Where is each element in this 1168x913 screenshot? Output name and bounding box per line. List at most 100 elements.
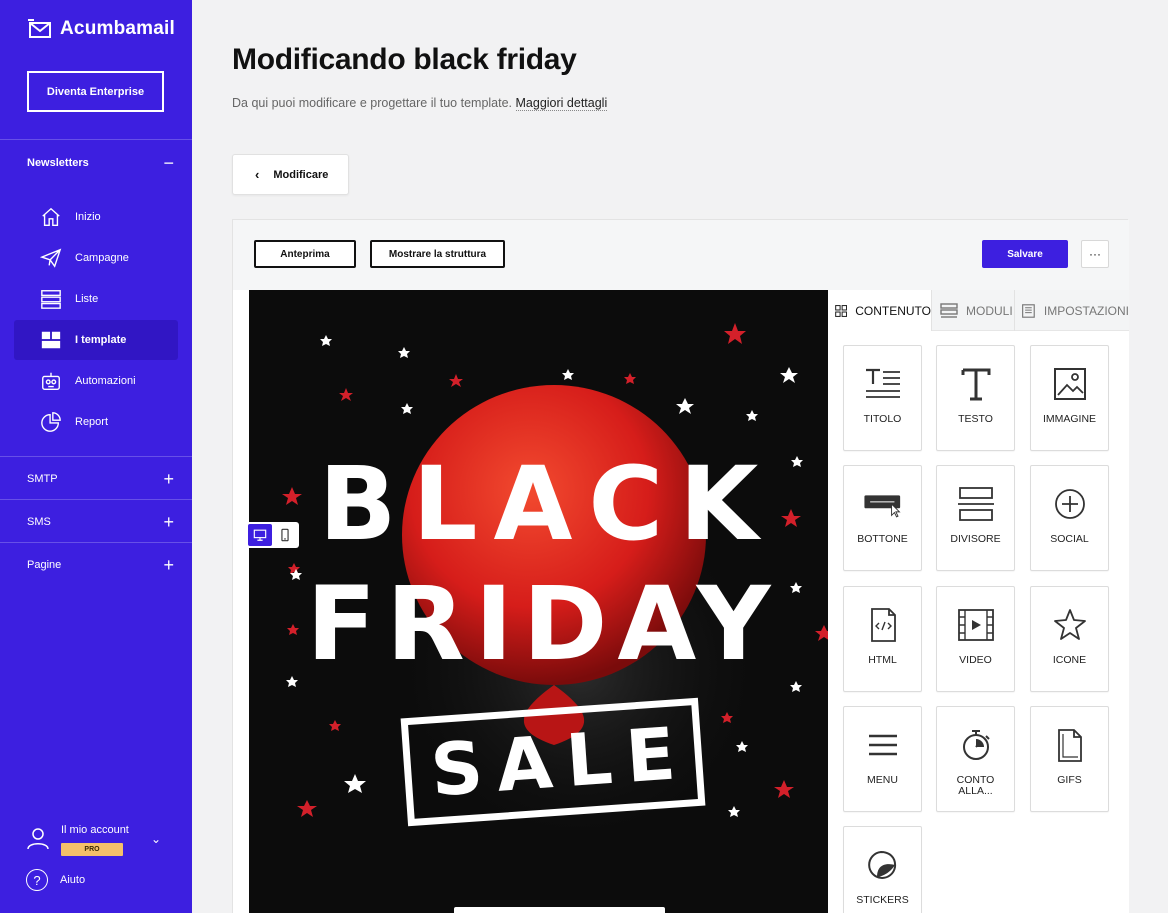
back-button[interactable]: ‹ Modificare [232, 154, 349, 195]
home-icon [39, 206, 63, 228]
sidebar-item-label: I template [75, 334, 127, 346]
block-testo[interactable]: TESTO [936, 345, 1015, 451]
preview-button[interactable]: Anteprima [254, 240, 356, 268]
chevron-down-icon[interactable]: ⌄ [151, 832, 161, 846]
email-canvas[interactable]: BLACK FRIDAY SALE [249, 290, 828, 913]
block-label: IMMAGINE [1042, 413, 1097, 425]
star-icon [1031, 605, 1108, 645]
sidebar-item-label: Automazioni [75, 375, 136, 387]
tab-contenuto[interactable]: CONTENUTO [828, 290, 932, 331]
expand-icon[interactable]: + [163, 513, 174, 531]
sidebar-item-label: Inizio [75, 211, 101, 223]
block-video[interactable]: VIDEO [936, 586, 1015, 692]
divider-icon [937, 484, 1014, 524]
block-html[interactable]: HTML [843, 586, 922, 692]
cta-button-preview[interactable] [454, 907, 665, 913]
sale-frame: SALE [400, 697, 706, 827]
more-details-link[interactable]: Maggiori dettagli [515, 96, 608, 111]
sidebar-item-automazioni[interactable]: Automazioni [14, 361, 178, 401]
help-label: Aiuto [60, 874, 86, 886]
block-gifs[interactable]: GIFS [1030, 706, 1109, 812]
timer-icon [937, 725, 1014, 765]
block-label: VIDEO [959, 654, 992, 666]
grid-icon [835, 304, 848, 317]
back-label: Modificare [273, 168, 329, 181]
block-menu[interactable]: MENU [843, 706, 922, 812]
template-editor: Anteprima Mostrare la struttura Salvare … [232, 219, 1129, 913]
block-label: GIFS [1057, 774, 1082, 786]
headline-black: BLACK [318, 445, 775, 564]
headline-friday: FRIDAY [306, 565, 781, 684]
text-icon [937, 364, 1014, 404]
expand-icon[interactable]: + [163, 470, 174, 488]
sidebar-divider [0, 139, 192, 140]
user-icon [27, 828, 49, 850]
section-smtp[interactable]: SMTP + [27, 470, 174, 488]
menu-icon [844, 725, 921, 765]
sidebar-item-campagne[interactable]: Campagne [14, 238, 178, 278]
editor-toolbar: Anteprima Mostrare la struttura Salvare … [233, 220, 1129, 290]
block-label: TITOLO [863, 413, 902, 425]
collapse-icon[interactable]: − [163, 154, 174, 172]
device-view-toggle [246, 522, 299, 548]
account-menu[interactable]: Il mio account PRO ⌄ [26, 820, 166, 860]
tab-label: MODULI [966, 303, 1013, 318]
block-icone[interactable]: ICONE [1030, 586, 1109, 692]
tab-label: IMPOSTAZIONI [1043, 303, 1129, 318]
mobile-view-icon[interactable] [274, 524, 298, 546]
image-icon [1031, 364, 1108, 404]
sidebar-divider [0, 542, 192, 543]
sidebar-item-liste[interactable]: Liste [14, 279, 178, 319]
sidebar-item-label: Campagne [75, 252, 129, 264]
block-titolo[interactable]: TITOLO [843, 345, 922, 451]
block-immagine[interactable]: IMMAGINE [1030, 345, 1109, 451]
sidebar-item-inizio[interactable]: Inizio [14, 197, 178, 237]
help-icon: ? [26, 869, 48, 891]
block-label: CONTO ALLA... [956, 774, 995, 798]
section-newsletters[interactable]: Newsletters − [27, 154, 174, 172]
mail-logo-icon [28, 19, 51, 38]
save-button[interactable]: Salvare [982, 240, 1068, 268]
list-icon [39, 288, 63, 310]
page-title: Modificando black friday [232, 43, 577, 76]
block-label: DIVISORE [950, 533, 1001, 545]
section-sms[interactable]: SMS + [27, 513, 174, 531]
sidebar-item-report[interactable]: Report [14, 402, 178, 442]
block-divisore[interactable]: DIVISORE [936, 465, 1015, 571]
show-structure-button[interactable]: Mostrare la struttura [370, 240, 505, 268]
sidebar: Acumbamail Diventa Enterprise Newsletter… [0, 0, 192, 913]
panel-tabs: CONTENUTO MODULI IMPOSTAZIONI [828, 290, 1129, 331]
plus-circle-icon [1031, 484, 1108, 524]
tab-moduli[interactable]: MODULI [932, 290, 1015, 331]
section-sms-label: SMS [27, 516, 51, 528]
block-label: HTML [868, 654, 897, 666]
enterprise-button[interactable]: Diventa Enterprise [27, 71, 164, 112]
expand-icon[interactable]: + [163, 556, 174, 574]
button-icon [844, 484, 921, 524]
paper-plane-icon [39, 247, 63, 269]
block-countdown[interactable]: CONTO ALLA... [936, 706, 1015, 812]
block-stickers[interactable]: STICKERS [843, 826, 922, 913]
more-options-button[interactable]: ··· [1081, 240, 1109, 268]
section-pagine[interactable]: Pagine + [27, 556, 174, 574]
section-newsletters-label: Newsletters [27, 157, 89, 169]
headline-sale: SALE [428, 710, 692, 813]
section-smtp-label: SMTP [27, 473, 58, 485]
video-icon [937, 605, 1014, 645]
account-label: Il mio account [61, 824, 129, 836]
chevron-left-icon: ‹ [255, 167, 260, 182]
sidebar-item-label: Report [75, 416, 109, 428]
sidebar-item-label: Liste [75, 293, 99, 305]
html-file-icon [844, 605, 921, 645]
brand-name: Acumbamail [60, 18, 175, 39]
desktop-view-icon[interactable] [248, 524, 272, 546]
block-label: STICKERS [856, 894, 909, 906]
sidebar-item-template[interactable]: I template [14, 320, 178, 360]
block-bottone[interactable]: BOTTONE [843, 465, 922, 571]
tab-impostazioni[interactable]: IMPOSTAZIONI [1015, 290, 1129, 331]
help-link[interactable]: ? Aiuto [26, 869, 85, 891]
block-social[interactable]: SOCIAL [1030, 465, 1109, 571]
brand-logo[interactable]: Acumbamail [28, 18, 175, 40]
tab-label: CONTENUTO [855, 303, 931, 318]
content-panel: CONTENUTO MODULI IMPOSTAZIONI TITOLO TES… [828, 290, 1129, 913]
